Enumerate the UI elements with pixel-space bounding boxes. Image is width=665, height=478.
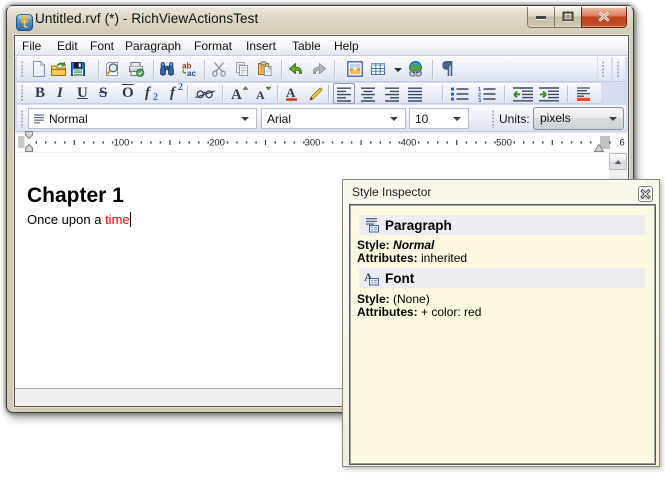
svg-text:A: A bbox=[256, 88, 265, 102]
svg-text:100: 100 bbox=[114, 138, 130, 149]
svg-text:500: 500 bbox=[496, 138, 512, 149]
svg-text:300: 300 bbox=[305, 138, 321, 149]
svg-text:3: 3 bbox=[478, 98, 481, 102]
svg-text:A: A bbox=[286, 86, 296, 100]
svg-text:6: 6 bbox=[619, 138, 624, 149]
svg-text:ac: ac bbox=[187, 69, 196, 77]
svg-text:200: 200 bbox=[209, 138, 225, 149]
svg-text:400: 400 bbox=[401, 138, 417, 149]
svg-text:A: A bbox=[231, 87, 242, 102]
